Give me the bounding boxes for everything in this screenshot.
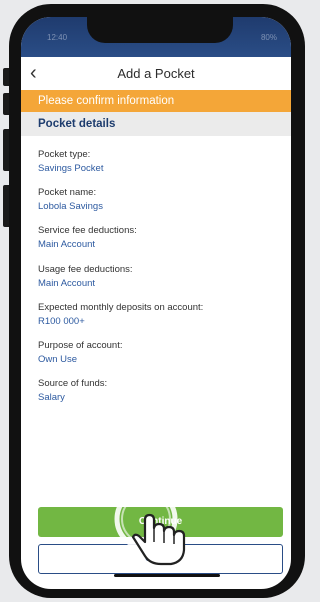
cancel-button[interactable]: Cancel — [38, 544, 283, 574]
field-purpose: Purpose of account: Own Use — [38, 340, 123, 366]
notch — [87, 17, 233, 43]
field-source-of-funds: Source of funds: Salary — [38, 378, 107, 404]
field-label: Usage fee deductions: — [38, 264, 133, 275]
section-title: Pocket details — [21, 112, 291, 136]
field-label: Service fee deductions: — [38, 225, 137, 236]
field-value: Main Account — [38, 239, 96, 250]
field-monthly-deposits: Expected monthly deposits on account: R1… — [38, 302, 203, 328]
field-pocket-type: Pocket type: Savings Pocket — [38, 149, 103, 175]
field-value: Lobola Savings — [38, 201, 103, 212]
field-value: R100 000+ — [38, 316, 85, 327]
battery-indicator: 80% — [260, 33, 277, 42]
field-service-fee: Service fee deductions: Main Account — [38, 225, 137, 251]
field-label: Pocket type: — [38, 149, 91, 160]
status-time: 12:40 — [47, 33, 68, 42]
page-title: Add a Pocket — [117, 66, 195, 81]
field-label: Expected monthly deposits on account: — [38, 302, 204, 313]
home-indicator — [114, 574, 220, 577]
field-label: Source of funds: — [38, 378, 108, 389]
field-label: Purpose of account: — [38, 340, 123, 351]
field-pocket-name: Pocket name: Lobola Savings — [38, 187, 103, 213]
field-usage-fee: Usage fee deductions: Main Account — [38, 264, 133, 290]
phone-screen: 12:40 80% ‹ Add a Pocket Please confirm … — [21, 17, 291, 589]
confirm-banner: Please confirm information — [21, 90, 291, 112]
field-label: Pocket name: — [38, 187, 97, 198]
field-value: Main Account — [38, 278, 96, 289]
continue-button[interactable]: Continue — [38, 507, 283, 537]
field-value: Own Use — [38, 354, 78, 365]
field-value: Savings Pocket — [38, 163, 104, 174]
field-value: Salary — [38, 392, 65, 403]
app-header: ‹ Add a Pocket — [21, 57, 291, 89]
